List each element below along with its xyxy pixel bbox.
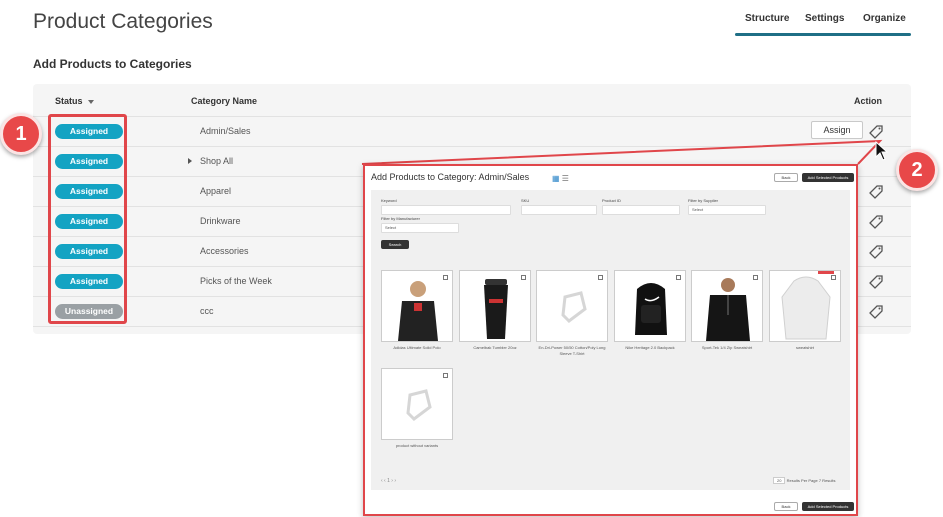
product-name: En-Dri-Power 50/50 Cotton/Poly Long Slee…: [538, 345, 606, 356]
per-page-label: Results Per Page: [786, 478, 818, 483]
footer-add-selected-button[interactable]: Add Selected Products: [802, 502, 854, 511]
results-per-page: 20 Results Per Page 7 Results: [773, 477, 836, 484]
add-selected-products-button[interactable]: Add Selected Products: [802, 173, 854, 182]
product-id-label: Product ID: [602, 198, 621, 203]
placeholder-image: [561, 291, 587, 323]
manufacturer-select-value: Select: [385, 225, 397, 230]
pagination[interactable]: ‹ ‹ 1 › ›: [381, 478, 396, 484]
sku-label: SKU: [521, 198, 530, 203]
modal-title: Add Products to Category: Admin/Sales: [371, 172, 530, 182]
supplier-label: Filter by Supplier: [688, 198, 719, 203]
product-checkbox[interactable]: [443, 373, 448, 378]
product-checkbox[interactable]: [753, 275, 758, 280]
product-card[interactable]: [381, 368, 453, 440]
product-card[interactable]: [614, 270, 686, 342]
per-page-select[interactable]: 20: [773, 477, 786, 484]
product-name: Nike Heritage 2.0 Backpack: [625, 345, 675, 350]
callout-1: 1: [0, 113, 42, 155]
product-name: Adidas Ultimate Solid Polo: [393, 345, 441, 350]
footer-back-button[interactable]: Back: [774, 502, 798, 511]
sku-input[interactable]: [521, 205, 597, 215]
view-toggle: ▦ ☰: [552, 174, 569, 183]
placeholder-image: [406, 389, 432, 421]
mouse-cursor-icon: [875, 141, 889, 161]
keyword-input[interactable]: [381, 205, 511, 215]
product-card[interactable]: [381, 270, 453, 342]
results-count: 7 Results: [818, 478, 836, 483]
product-card[interactable]: [769, 270, 841, 342]
tumbler-image: [484, 279, 508, 339]
manufacturer-label: Filter by Manufacturer: [381, 216, 420, 221]
back-button[interactable]: Back: [774, 173, 798, 182]
modal-panel: Keyword SKU Product ID Filter by Supplie…: [371, 190, 850, 490]
list-view-icon[interactable]: ☰: [562, 174, 569, 183]
product-card[interactable]: [691, 270, 763, 342]
supplier-select-value: Select: [692, 207, 704, 212]
search-button-label: Search: [388, 242, 402, 247]
product-checkbox[interactable]: [598, 275, 603, 280]
manufacturer-select[interactable]: Select: [381, 223, 459, 233]
keyword-label: Keyword: [381, 198, 397, 203]
search-button[interactable]: Search: [381, 240, 409, 249]
backpack-image: [635, 283, 667, 335]
product-checkbox[interactable]: [521, 275, 526, 280]
grid-view-icon[interactable]: ▦: [552, 174, 560, 183]
product-name: product without variants: [395, 443, 439, 448]
product-checkbox[interactable]: [676, 275, 681, 280]
add-products-modal: Add Products to Category: Admin/Sales ▦ …: [363, 164, 858, 516]
product-name: sweatshirt: [795, 345, 814, 350]
callout-2: 2: [896, 149, 938, 191]
sweatshirt-image: [706, 278, 750, 341]
product-checkbox[interactable]: [443, 275, 448, 280]
hoodie-image: [781, 271, 834, 340]
polo-shirt-image: [398, 281, 438, 341]
product-card[interactable]: [459, 270, 531, 342]
product-name: Camelbak Tumbler 20oz: [473, 345, 517, 350]
product-name: Sport-Tek 1/4 Zip Sweatshirt: [701, 345, 753, 350]
product-card[interactable]: [536, 270, 608, 342]
supplier-select[interactable]: Select: [688, 205, 766, 215]
product-id-input[interactable]: [602, 205, 680, 215]
product-checkbox[interactable]: [831, 275, 836, 280]
